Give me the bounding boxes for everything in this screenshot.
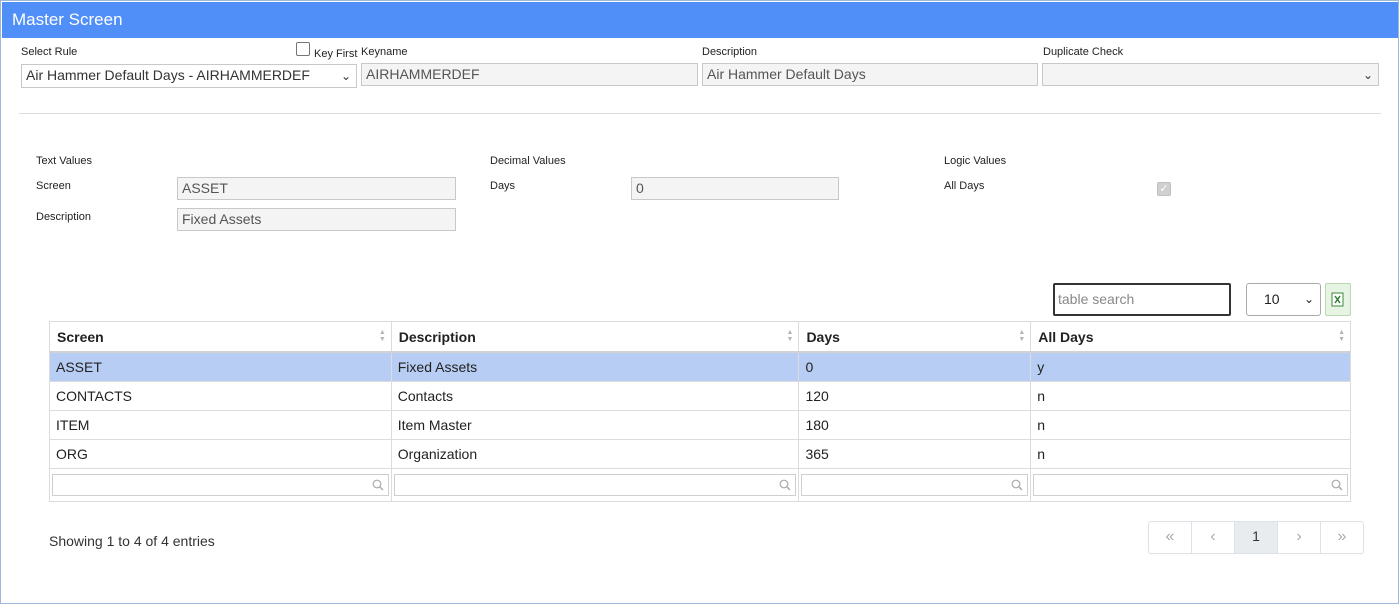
description-label: Description <box>702 46 758 58</box>
window-title: Master Screen <box>2 2 1398 38</box>
key-first-checkbox[interactable] <box>296 42 310 56</box>
chevron-down-icon: ⌄ <box>1303 292 1314 306</box>
text-description-field[interactable]: Fixed Assets <box>177 208 456 231</box>
page-size-value: 10 <box>1264 291 1280 307</box>
filter-input-all-days[interactable] <box>1033 474 1348 496</box>
search-icon <box>1011 479 1023 491</box>
table-search-input[interactable]: table search <box>1053 283 1231 316</box>
column-header-all-days[interactable]: All Days ▲ ▼ <box>1030 321 1351 353</box>
excel-icon <box>1331 292 1344 307</box>
last-page-button[interactable]: » <box>1321 522 1363 553</box>
duplicate-check-dropdown[interactable]: ⌄ <box>1042 63 1379 86</box>
previous-page-button[interactable]: ‹ <box>1192 522 1235 553</box>
export-excel-button[interactable] <box>1325 283 1351 316</box>
description-field[interactable]: Air Hammer Default Days <box>702 63 1038 86</box>
chevron-down-icon: ⌄ <box>1362 68 1373 82</box>
select-rule-value: Air Hammer Default Days - AIRHAMMERDEF <box>26 67 310 83</box>
logic-values-heading: Logic Values <box>944 155 1007 167</box>
table-row[interactable]: CONTACTS Contacts 120 n <box>49 381 1351 411</box>
screen-field[interactable]: ASSET <box>177 177 456 200</box>
screen-label: Screen <box>36 180 71 192</box>
table-row[interactable]: ORG Organization 365 n <box>49 439 1351 469</box>
cell-screen: ITEM <box>49 410 392 440</box>
page-size-select[interactable]: 10 ⌄ <box>1246 283 1321 316</box>
all-days-checkbox[interactable]: ✓ <box>1157 182 1171 196</box>
next-page-button[interactable]: › <box>1278 522 1321 553</box>
column-header-description[interactable]: Description ▲ ▼ <box>390 321 800 353</box>
cell-days: 120 <box>798 381 1032 411</box>
sort-icon: ▲ ▼ <box>1338 329 1345 343</box>
decimal-values-heading: Decimal Values <box>490 155 566 167</box>
page-1-button[interactable]: 1 <box>1235 522 1278 553</box>
cell-all-days: n <box>1030 439 1351 469</box>
cell-description: Fixed Assets <box>390 351 800 382</box>
master-screen-window: Master Screen Select Rule Air Hammer Def… <box>0 0 1399 604</box>
text-values-heading: Text Values <box>36 155 93 167</box>
all-days-label: All Days <box>944 180 985 192</box>
cell-days: 365 <box>798 439 1032 469</box>
table-row[interactable]: ITEM Item Master 180 n <box>49 410 1351 440</box>
filter-input-screen[interactable] <box>52 474 389 496</box>
cell-screen: ASSET <box>49 351 392 382</box>
keyname-field[interactable]: AIRHAMMERDEF <box>361 63 698 86</box>
select-rule-dropdown[interactable]: Air Hammer Default Days - AIRHAMMERDEF ⌄ <box>21 64 357 88</box>
column-header-days[interactable]: Days ▲ ▼ <box>798 321 1032 353</box>
search-icon <box>780 479 791 491</box>
cell-all-days: n <box>1030 410 1351 440</box>
sort-icon: ▲ ▼ <box>378 329 386 343</box>
table-header-row: Screen ▲ ▼ Description ▲ ▼ Days ▲ ▼ All Days ▲ ▼ <box>49 321 1351 353</box>
filter-input-days[interactable] <box>801 474 1029 496</box>
table-info: Showing 1 to 4 of 4 entries <box>49 533 215 549</box>
cell-description: Item Master <box>390 410 800 440</box>
days-label: Days <box>490 180 516 192</box>
cell-all-days: n <box>1030 381 1351 411</box>
days-field[interactable]: 0 <box>631 177 839 200</box>
duplicate-check-label: Duplicate Check <box>1043 46 1124 58</box>
search-icon <box>372 479 384 491</box>
data-table: Screen ▲ ▼ Description ▲ ▼ Days ▲ ▼ All Days ▲ ▼… <box>49 321 1351 502</box>
chevron-down-icon: ⌄ <box>340 69 351 83</box>
first-page-button[interactable]: « <box>1149 522 1192 553</box>
key-first-label: Key First <box>314 48 358 60</box>
table-row[interactable]: ASSET Fixed Assets 0 y <box>49 351 1351 382</box>
pagination: « ‹ 1 › » <box>1148 521 1364 554</box>
select-rule-label: Select Rule <box>21 46 78 58</box>
column-filter-row <box>49 468 1351 502</box>
cell-screen: ORG <box>49 439 392 469</box>
keyname-label: Keyname <box>361 46 408 58</box>
cell-description: Organization <box>390 439 800 469</box>
cell-all-days: y <box>1030 351 1351 382</box>
cell-description: Contacts <box>390 381 800 411</box>
filter-input-description[interactable] <box>393 474 797 496</box>
text-description-label: Description <box>36 211 92 223</box>
section-divider <box>19 113 1381 114</box>
cell-screen: CONTACTS <box>49 381 392 411</box>
sort-icon: ▲ ▼ <box>1018 329 1026 343</box>
column-header-screen[interactable]: Screen ▲ ▼ <box>49 321 392 353</box>
cell-days: 0 <box>798 351 1032 382</box>
sort-icon: ▲ ▼ <box>786 329 794 343</box>
search-icon <box>1331 479 1343 491</box>
cell-days: 180 <box>798 410 1032 440</box>
